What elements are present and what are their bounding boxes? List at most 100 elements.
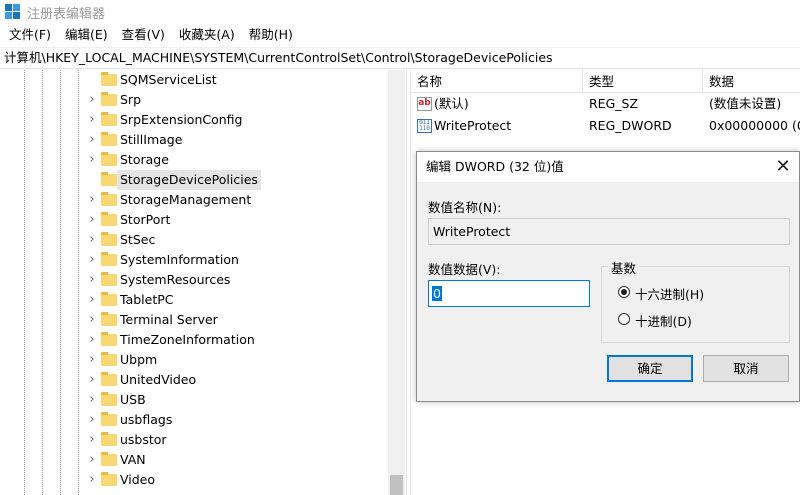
cancel-button[interactable]: 取消: [703, 355, 789, 382]
tree-item[interactable]: › usbstor: [0, 430, 388, 450]
edit-dword-dialog: 编辑 DWORD (32 位)值 ✕ 数值名称(N): WriteProtect…: [416, 151, 800, 402]
chevron-right-icon[interactable]: ›: [86, 193, 98, 206]
tree-item-label[interactable]: usbstor: [117, 430, 170, 450]
tree-item[interactable]: › VAN: [0, 450, 388, 470]
tree-item[interactable]: › usbflags: [0, 410, 388, 430]
radio-decimal-label[interactable]: 十进制(D): [635, 311, 692, 330]
chevron-right-icon[interactable]: ›: [86, 113, 98, 126]
tree-item[interactable]: › Terminal Server: [0, 310, 388, 330]
menu-bar: 文件(F) 编辑(E) 查看(V) 收藏夹(A) 帮助(H): [0, 24, 800, 46]
menu-view[interactable]: 查看(V): [115, 24, 172, 46]
menu-edit[interactable]: 编辑(E): [58, 24, 115, 46]
value-name-label: 数值名称(N):: [428, 200, 502, 215]
tree-item[interactable]: › Video: [0, 470, 388, 490]
radio-decimal[interactable]: [618, 313, 630, 325]
chevron-right-icon[interactable]: ›: [86, 153, 98, 166]
base-groupbox-title: 基数: [608, 258, 640, 277]
tree-item[interactable]: › StorageManagement: [0, 190, 388, 210]
chevron-right-icon[interactable]: ›: [86, 273, 98, 286]
tree-item-label[interactable]: SystemInformation: [117, 250, 242, 270]
value-name: WriteProtect: [434, 118, 512, 133]
tree-item[interactable]: › StillImage: [0, 130, 388, 150]
chevron-right-icon[interactable]: ›: [86, 293, 98, 306]
tree-item[interactable]: › SystemResources: [0, 270, 388, 290]
chevron-right-icon[interactable]: ›: [86, 413, 98, 426]
chevron-right-icon[interactable]: ›: [86, 253, 98, 266]
tree-item[interactable]: › USB: [0, 390, 388, 410]
tree-item[interactable]: StorageDevicePolicies: [0, 170, 388, 190]
tree-item[interactable]: › StorPort: [0, 210, 388, 230]
menu-file[interactable]: 文件(F): [2, 24, 58, 46]
value-data: (数值未设置): [709, 96, 782, 111]
menu-favorites[interactable]: 收藏夹(A): [172, 24, 242, 46]
radio-hexadecimal-label[interactable]: 十六进制(H): [635, 284, 704, 303]
tree-item[interactable]: › Storage: [0, 150, 388, 170]
column-header-type[interactable]: 类型: [583, 70, 703, 93]
folder-icon: [101, 312, 117, 326]
list-header: 名称 类型 数据: [411, 70, 800, 93]
tree-item-label[interactable]: StillImage: [117, 130, 185, 150]
tree-item-label[interactable]: Ubpm: [117, 350, 160, 370]
tree-item-label[interactable]: Srp: [117, 90, 144, 110]
folder-icon: [101, 92, 117, 106]
chevron-right-icon[interactable]: ›: [86, 473, 98, 486]
tree-item-label[interactable]: StorageManagement: [117, 190, 254, 210]
radio-hexadecimal[interactable]: [618, 286, 630, 298]
tree-item-label[interactable]: SystemResources: [117, 270, 233, 290]
value-name: (默认): [434, 96, 469, 111]
tree-item[interactable]: › UnitedVideo: [0, 370, 388, 390]
tree-item-label[interactable]: VAN: [117, 450, 149, 470]
chevron-right-icon[interactable]: ›: [86, 93, 98, 106]
chevron-right-icon[interactable]: ›: [86, 433, 98, 446]
ok-button[interactable]: 确定: [607, 355, 693, 382]
chevron-right-icon[interactable]: ›: [86, 373, 98, 386]
chevron-right-icon[interactable]: ›: [86, 133, 98, 146]
tree-scrollbar-thumb[interactable]: [390, 475, 403, 495]
tree-item-label[interactable]: UnitedVideo: [117, 370, 199, 390]
tree-item-label[interactable]: usbflags: [117, 410, 175, 430]
chevron-right-icon[interactable]: ›: [86, 233, 98, 246]
tree-item-label[interactable]: Video: [117, 470, 158, 490]
title-bar: 注册表编辑器: [0, 0, 800, 24]
tree-item[interactable]: › TimeZoneInformation: [0, 330, 388, 350]
chevron-right-icon[interactable]: ›: [86, 453, 98, 466]
tree-item-label[interactable]: TabletPC: [117, 290, 177, 310]
tree-item-label[interactable]: StorPort: [117, 210, 173, 230]
folder-icon: [101, 412, 117, 426]
tree-item-label[interactable]: StorageDevicePolicies: [117, 170, 261, 190]
chevron-right-icon[interactable]: ›: [86, 393, 98, 406]
value-row[interactable]: 011 110 WriteProtect REG_DWORD 0x00000000…: [411, 115, 800, 137]
value-data-input[interactable]: 0: [428, 280, 590, 307]
close-icon[interactable]: ✕: [767, 152, 799, 182]
chevron-right-icon[interactable]: ›: [86, 353, 98, 366]
tree-scrollbar[interactable]: [388, 70, 405, 495]
column-header-name[interactable]: 名称: [411, 70, 583, 93]
tree-item[interactable]: › SystemInformation: [0, 250, 388, 270]
chevron-right-icon[interactable]: ›: [86, 333, 98, 346]
tree-item-label[interactable]: SQMServiceList: [117, 70, 220, 90]
column-header-data[interactable]: 数据: [703, 70, 800, 93]
value-data-label: 数值数据(V):: [428, 262, 501, 277]
tree-item-label[interactable]: Terminal Server: [117, 310, 221, 330]
tree-item[interactable]: SQMServiceList: [0, 70, 388, 90]
value-row[interactable]: ab (默认) REG_SZ (数值未设置): [411, 93, 800, 115]
value-type: REG_SZ: [589, 96, 639, 111]
tree-item[interactable]: › TabletPC: [0, 290, 388, 310]
folder-icon: [101, 392, 117, 406]
tree-item-label[interactable]: Storage: [117, 150, 172, 170]
tree-item[interactable]: › SrpExtensionConfig: [0, 110, 388, 130]
chevron-right-icon[interactable]: ›: [86, 313, 98, 326]
address-bar[interactable]: 计算机\HKEY_LOCAL_MACHINE\SYSTEM\CurrentCon…: [0, 47, 800, 69]
regedit-app-icon: [5, 4, 21, 20]
tree-item-label[interactable]: USB: [117, 390, 149, 410]
tree-item[interactable]: › Srp: [0, 90, 388, 110]
tree-item-label[interactable]: TimeZoneInformation: [117, 330, 258, 350]
chevron-right-icon[interactable]: ›: [86, 213, 98, 226]
tree-item-label[interactable]: StSec: [117, 230, 158, 250]
folder-icon: [101, 452, 117, 466]
tree-item[interactable]: › StSec: [0, 230, 388, 250]
tree-item[interactable]: › Ubpm: [0, 350, 388, 370]
menu-help[interactable]: 帮助(H): [242, 24, 300, 46]
folder-icon: [101, 252, 117, 266]
tree-item-label[interactable]: SrpExtensionConfig: [117, 110, 245, 130]
